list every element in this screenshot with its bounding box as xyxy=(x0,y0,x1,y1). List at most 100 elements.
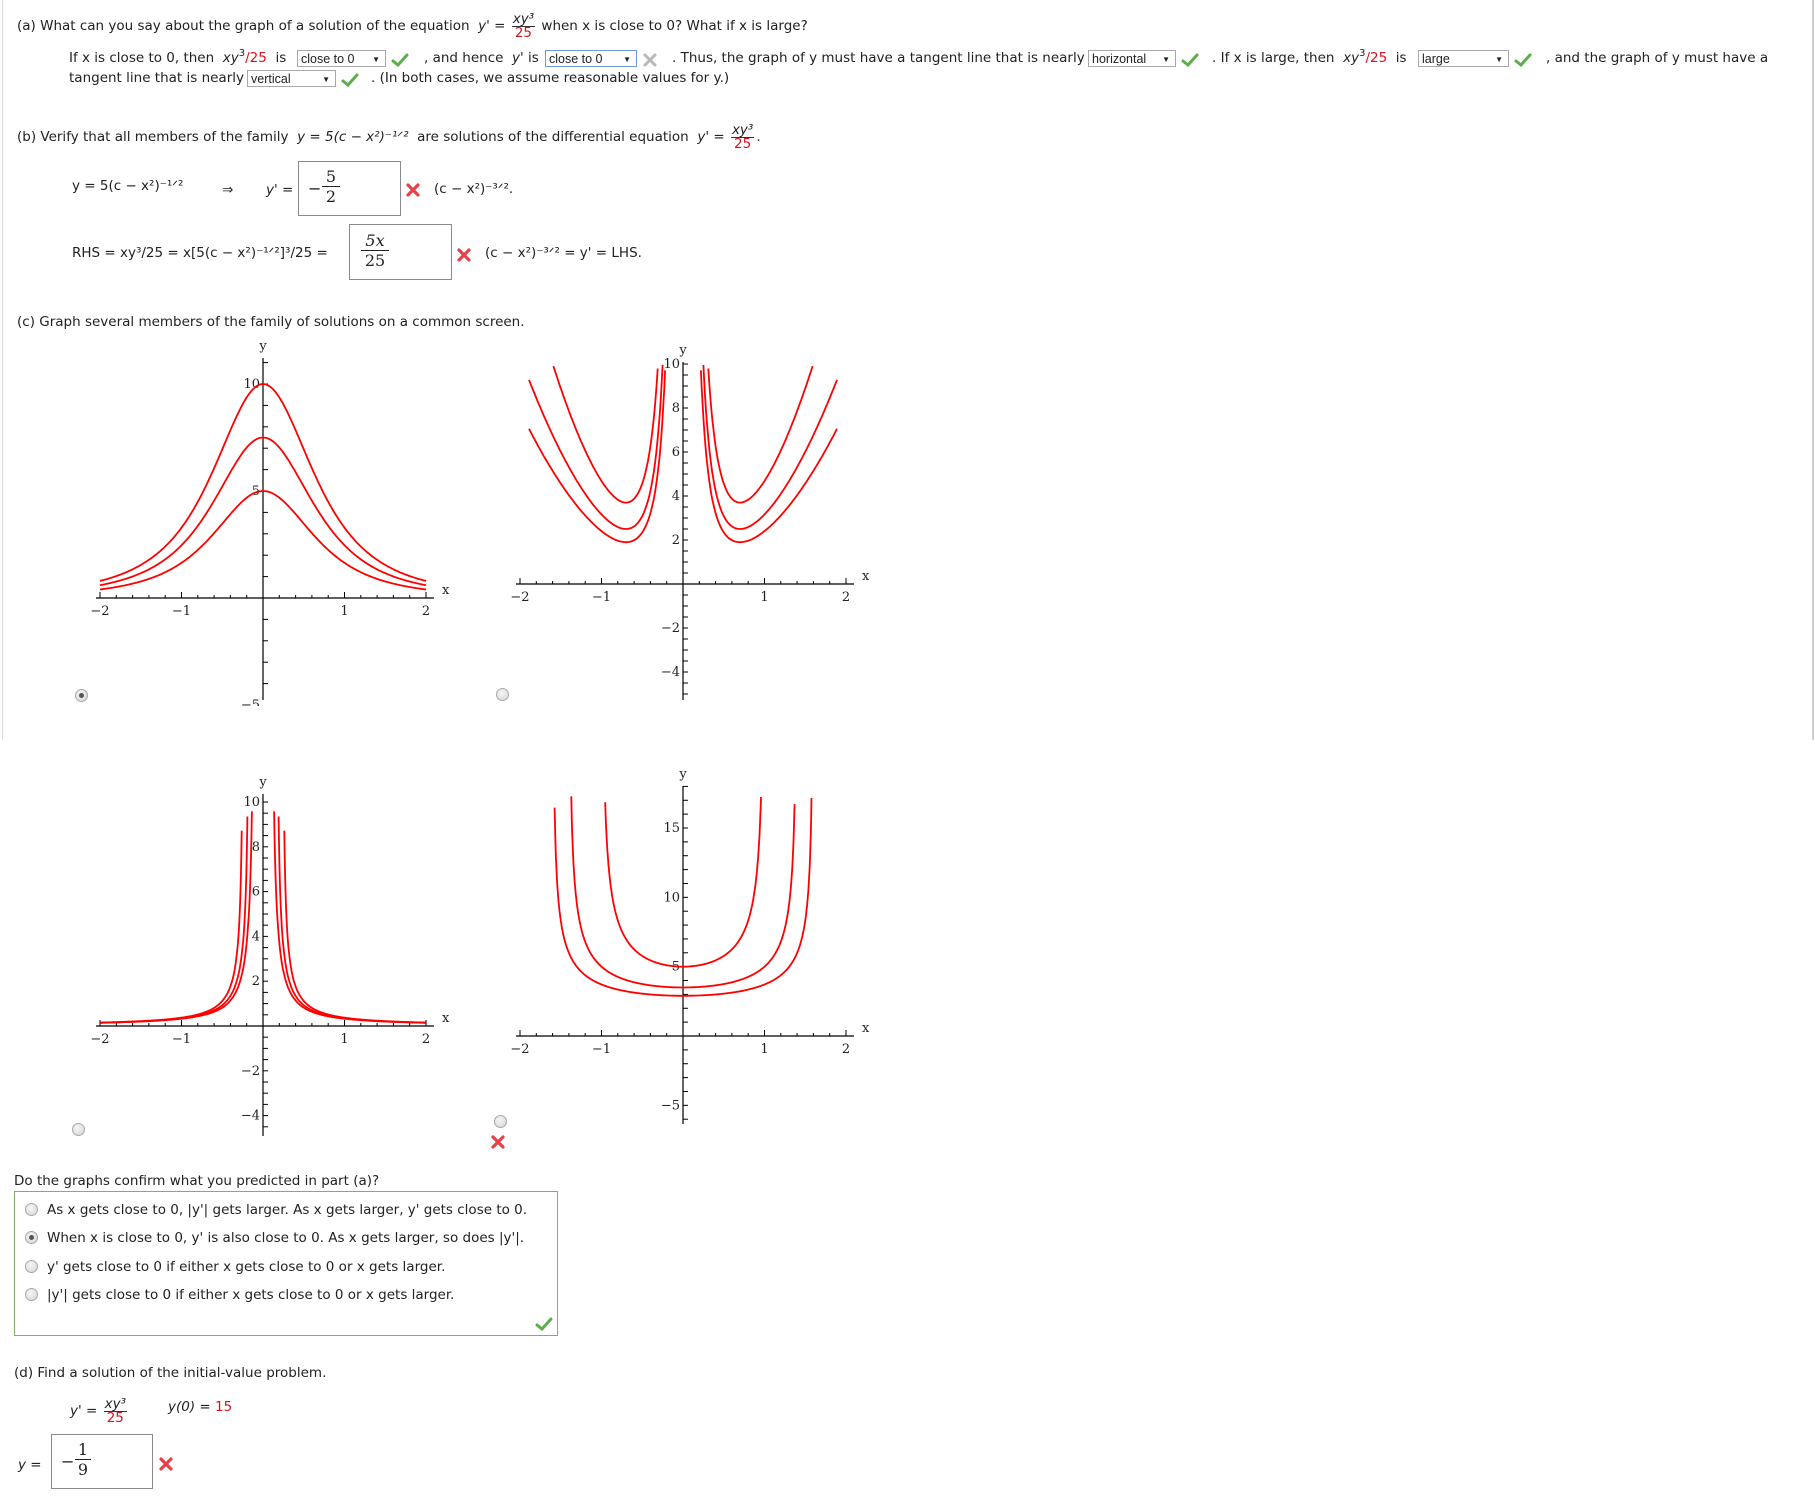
x-axis-label: x xyxy=(442,1011,450,1026)
equation-lhs: y' = xyxy=(70,1403,98,1419)
equation-fraction: xy³ 25 xyxy=(730,123,755,152)
part-a-sentence-3-suffix: . (In both cases, we assume reasonable v… xyxy=(371,70,730,86)
option-radio[interactable] xyxy=(25,1288,38,1301)
dropdown-tangent-large[interactable]: vertical ▼ xyxy=(247,70,336,87)
y-tick-label: 8 xyxy=(672,401,680,416)
curve-3-right xyxy=(700,370,838,544)
y-tick-label: 10 xyxy=(243,795,260,810)
dropdown-value: vertical xyxy=(251,72,291,86)
followup-question: Do the graphs confirm what you predicted… xyxy=(14,1173,380,1189)
answer-denominator: 9 xyxy=(77,1460,89,1479)
scrollbar-track[interactable] xyxy=(1812,0,1814,740)
part-a-question-suffix: when x is close to 0? What if x is large… xyxy=(541,18,808,34)
y-tick-label: 10 xyxy=(663,357,680,372)
answer-box-yprime[interactable]: − 5 2 xyxy=(298,161,401,216)
fraction-denominator: 25 xyxy=(514,25,532,41)
dropdown-value: large xyxy=(1422,52,1450,66)
curve-2-left xyxy=(528,364,664,530)
x-tick-label: −1 xyxy=(172,1032,191,1047)
followup-option-2[interactable]: When x is close to 0, y' is also close t… xyxy=(25,1230,524,1246)
part-b-prefix: (b) Verify that all members of the famil… xyxy=(17,129,289,145)
curve-1-left xyxy=(100,830,243,1024)
is-word: is xyxy=(1395,50,1407,66)
answer-box-rhs[interactable]: 5x 25 xyxy=(349,224,452,280)
part-a-sentence-3-prefix: tangent line that is nearly xyxy=(69,70,244,86)
dropdown-value: close to 0 xyxy=(301,52,355,66)
answer-fraction: 1 9 xyxy=(75,1440,91,1479)
x-tick-label: 1 xyxy=(340,1032,348,1047)
s1-prefix: If x is close to 0, then xyxy=(69,50,215,66)
is-word: is xyxy=(275,50,287,66)
y-tick-label: −4 xyxy=(661,665,680,680)
family-formula: y = 5(c − x²)⁻¹ᐟ² xyxy=(297,129,409,145)
ic-lhs: y(0) = xyxy=(168,1399,211,1415)
equation-fraction: xy³ 25 xyxy=(511,12,536,41)
followup-option-1[interactable]: As x gets close to 0, |y'| gets larger. … xyxy=(25,1202,527,1218)
x-tick-label: −2 xyxy=(90,1032,109,1047)
y-tick-label: −5 xyxy=(241,698,260,706)
graph-option-1-radio[interactable] xyxy=(75,689,88,702)
fraction-denominator: 25 xyxy=(734,136,752,152)
part-a-sentence-2-suffix: , and the graph of y must have a xyxy=(1546,50,1769,66)
x-tick-label: 2 xyxy=(842,590,850,605)
dropdown-xy3-large[interactable]: large ▼ xyxy=(1418,50,1509,67)
incorrect-x-icon xyxy=(159,1457,173,1471)
y-axis-label: y xyxy=(678,343,687,358)
option-label: When x is close to 0, y' is also close t… xyxy=(47,1230,525,1246)
answer-box-solution[interactable]: − 1 9 xyxy=(51,1434,153,1489)
graph-option-3: −2 −1 1 2xy108642−2−4 xyxy=(90,775,450,1136)
graph-option-2-radio[interactable] xyxy=(496,688,509,701)
followup-option-4[interactable]: |y'| gets close to 0 if either x gets cl… xyxy=(25,1287,454,1303)
x-axis-label: x xyxy=(442,583,450,598)
graph-option-4: −2 −1 1 2xy15105−5 xyxy=(510,767,870,1124)
answer-lhs: y = xyxy=(18,1457,42,1473)
fraction-denominator: 25 xyxy=(106,1410,124,1426)
option-radio[interactable] xyxy=(25,1203,38,1216)
line2-lhs: RHS = xy³/25 = x[5(c − x²)⁻¹ᐟ²]³/25 = xyxy=(72,245,328,261)
left-border xyxy=(2,0,3,740)
dropdown-tangent-small[interactable]: horizontal ▼ xyxy=(1088,50,1176,67)
dropdown-arrow-icon: ▼ xyxy=(1495,55,1503,64)
option-radio[interactable] xyxy=(25,1260,38,1273)
part-b-mid: are solutions of the differential equati… xyxy=(417,129,689,145)
expr-xy: xy xyxy=(222,50,239,66)
x-tick-label: 2 xyxy=(422,1032,430,1047)
incorrect-x-icon xyxy=(491,1135,505,1149)
implies-arrow: ⇒ xyxy=(222,182,234,198)
answer-sign: − xyxy=(308,179,322,198)
dropdown-arrow-icon: ▼ xyxy=(1162,55,1170,64)
curve-2-right xyxy=(277,816,426,1024)
graph-option-2: −2 −1 1 2xy108642−2−4 xyxy=(510,343,870,700)
option-label: |y'| gets close to 0 if either x gets cl… xyxy=(47,1287,455,1303)
followup-option-3[interactable]: y' gets close to 0 if either x gets clos… xyxy=(25,1259,445,1275)
x-tick-label: 1 xyxy=(760,1042,768,1057)
line1-yprime: y' = xyxy=(266,182,294,198)
yprime: y' xyxy=(512,50,524,66)
x-axis-label: x xyxy=(862,1021,870,1036)
curve-1-right xyxy=(283,830,426,1024)
y-tick-label: 4 xyxy=(252,929,260,944)
dropdown-xy3-small[interactable]: close to 0 ▼ xyxy=(297,50,386,67)
expr-over: /25 xyxy=(1365,50,1388,66)
dropdown-yprime-small[interactable]: close to 0 ▼ xyxy=(545,50,637,67)
part-a-question: (a) What can you say about the graph of … xyxy=(17,12,808,41)
y-tick-label: −2 xyxy=(661,621,680,636)
answer-numerator: 5 xyxy=(322,167,340,187)
part-a-sentence-1-mid: , and hence y' is xyxy=(424,49,539,67)
dropdown-value: close to 0 xyxy=(549,52,603,66)
x-tick-label: −1 xyxy=(592,590,611,605)
answer-sign: − xyxy=(61,1452,75,1471)
followup-options-box: As x gets close to 0, |y'| gets larger. … xyxy=(14,1191,558,1336)
graph-option-3-radio[interactable] xyxy=(72,1123,85,1136)
graph-option-4-radio[interactable] xyxy=(494,1115,507,1128)
part-d-equation: y' = xy³ 25 xyxy=(70,1397,129,1426)
equation-lhs: y' = xyxy=(478,18,506,34)
line2-suffix: (c − x²)⁻³ᐟ² = y' = LHS. xyxy=(485,245,642,261)
option-radio[interactable] xyxy=(25,1231,38,1244)
part-b-question: (b) Verify that all members of the famil… xyxy=(17,122,761,152)
y-axis-label: y xyxy=(258,775,267,790)
incorrect-x-icon xyxy=(643,53,657,67)
graph-option-1: −2 −1 1 2xy105−5 xyxy=(90,339,450,706)
x-tick-label: −2 xyxy=(510,1042,529,1057)
correct-check-icon xyxy=(535,1317,553,1331)
